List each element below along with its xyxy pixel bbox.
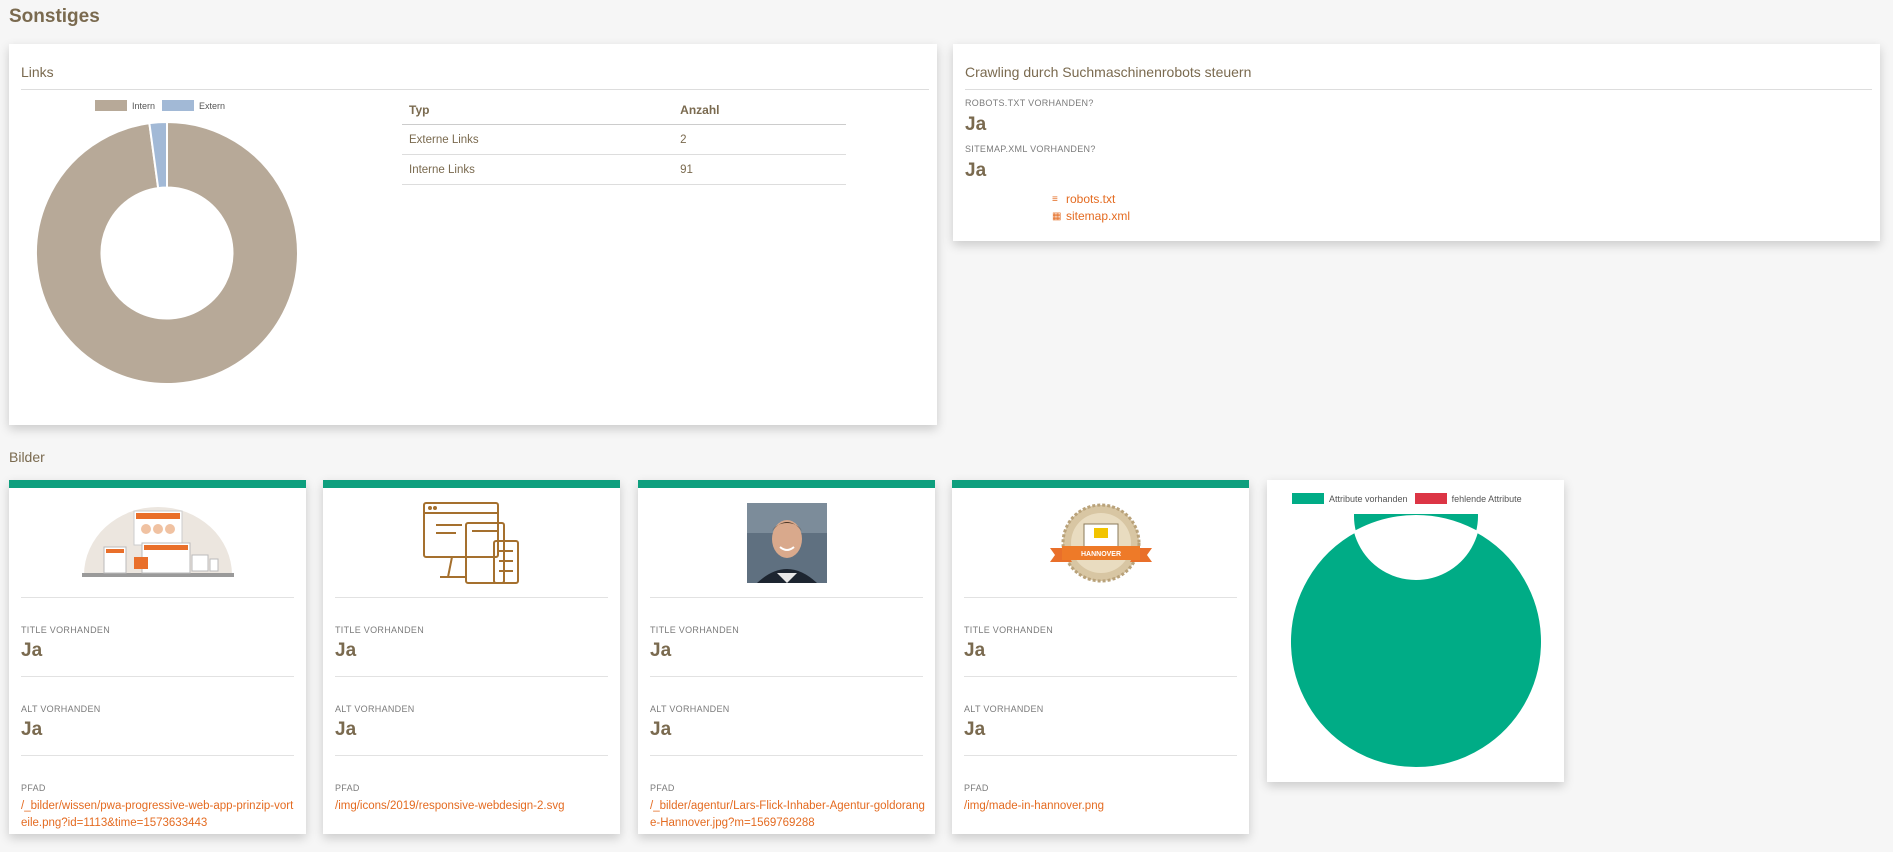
robots-txt-link-text: robots.txt bbox=[1066, 192, 1116, 206]
divider bbox=[964, 676, 1237, 677]
links-table: Typ Anzahl Externe Links 2 Interne Links… bbox=[402, 96, 846, 185]
divider bbox=[650, 597, 923, 598]
legend-label-fehlende-attribute: fehlende Attribute bbox=[1451, 493, 1522, 504]
legend-label-attribute-vorhanden: Attribute vorhanden bbox=[1329, 493, 1408, 504]
sitemap-label: SITEMAP.XML VORHANDEN? bbox=[965, 144, 1096, 154]
attribute-chart-legend: Attribute vorhanden fehlende Attribute bbox=[1292, 493, 1529, 504]
cell-anzahl: 91 bbox=[673, 154, 846, 185]
links-donut-chart bbox=[35, 120, 299, 385]
legend-label-intern: Intern bbox=[132, 100, 156, 111]
image-thumbnail-pwa[interactable] bbox=[9, 498, 306, 588]
pfad-link[interactable]: /img/icons/2019/responsive-webdesign-2.s… bbox=[335, 798, 610, 815]
links-card: Links Intern Extern Typ Anzahl Externe L… bbox=[9, 44, 937, 425]
image-card: TITLE VORHANDEN Ja ALT VORHANDEN Ja PFAD… bbox=[638, 480, 935, 834]
links-card-title: Links bbox=[21, 44, 929, 90]
image-thumbnail-responsive[interactable] bbox=[323, 498, 620, 588]
divider bbox=[964, 755, 1237, 756]
divider bbox=[21, 676, 294, 677]
divider bbox=[650, 676, 923, 677]
pfad-link[interactable]: /img/made-in-hannover.png bbox=[964, 798, 1239, 815]
attribute-donut-chart bbox=[1289, 514, 1543, 769]
alt-label: ALT VORHANDEN bbox=[21, 704, 101, 714]
pfad-label: PFAD bbox=[964, 783, 989, 793]
divider bbox=[335, 597, 608, 598]
legend-swatch-intern bbox=[95, 100, 127, 111]
column-header-anzahl: Anzahl bbox=[673, 96, 846, 125]
alt-value: Ja bbox=[964, 719, 986, 740]
legend-swatch-fehlende-attribute bbox=[1414, 493, 1447, 504]
sitemap-file-icon: ▦ bbox=[1052, 210, 1062, 222]
divider bbox=[964, 597, 1237, 598]
title-value: Ja bbox=[650, 640, 672, 661]
pfad-label: PFAD bbox=[650, 783, 675, 793]
links-chart-legend: Intern Extern bbox=[95, 100, 232, 111]
sitemap-xml-link[interactable]: ▦ sitemap.xml bbox=[1052, 209, 1130, 223]
portrait-photo-icon bbox=[746, 503, 827, 583]
image-thumbnail-portrait[interactable] bbox=[638, 498, 935, 588]
alt-label: ALT VORHANDEN bbox=[964, 704, 1044, 714]
title-value: Ja bbox=[964, 640, 986, 661]
robots-label: ROBOTS.TXT VORHANDEN? bbox=[965, 98, 1094, 108]
legend-swatch-attribute-vorhanden bbox=[1292, 493, 1324, 504]
section-title-bilder: Bilder bbox=[9, 449, 45, 465]
alt-value: Ja bbox=[21, 719, 43, 740]
divider bbox=[21, 755, 294, 756]
cell-typ: Interne Links bbox=[402, 154, 674, 185]
alt-value: Ja bbox=[650, 719, 672, 740]
pfad-link[interactable]: /_bilder/wissen/pwa-progressive-web-app-… bbox=[21, 798, 296, 832]
divider bbox=[335, 755, 608, 756]
legend-item-fehlende-attribute[interactable]: fehlende Attribute bbox=[1414, 493, 1522, 504]
divider bbox=[650, 755, 923, 756]
image-card: HANNOVER TITLE VORHANDEN Ja ALT VORHANDE… bbox=[952, 480, 1249, 834]
title-label: TITLE VORHANDEN bbox=[335, 625, 425, 635]
image-thumbnail-made-in-hannover[interactable]: HANNOVER bbox=[952, 498, 1249, 588]
responsive-design-icon bbox=[422, 502, 519, 584]
code-file-icon: ≡ bbox=[1052, 193, 1058, 205]
made-in-hannover-seal-icon: HANNOVER bbox=[1049, 503, 1152, 583]
divider bbox=[21, 597, 294, 598]
pfad-label: PFAD bbox=[21, 783, 46, 793]
title-label: TITLE VORHANDEN bbox=[650, 625, 740, 635]
title-label: TITLE VORHANDEN bbox=[964, 625, 1054, 635]
title-label: TITLE VORHANDEN bbox=[21, 625, 111, 635]
alt-label: ALT VORHANDEN bbox=[335, 704, 415, 714]
sitemap-xml-link-text: sitemap.xml bbox=[1066, 209, 1131, 223]
pfad-link[interactable]: /_bilder/agentur/Lars-Flick-Inhaber-Agen… bbox=[650, 798, 925, 832]
alt-label: ALT VORHANDEN bbox=[650, 704, 730, 714]
legend-item-extern[interactable]: Extern bbox=[162, 100, 225, 111]
legend-item-intern[interactable]: Intern bbox=[95, 100, 155, 111]
alt-value: Ja bbox=[335, 719, 357, 740]
pwa-illustration-icon bbox=[81, 507, 234, 577]
image-card: TITLE VORHANDEN Ja ALT VORHANDEN Ja PFAD… bbox=[9, 480, 306, 834]
table-row: Externe Links 2 bbox=[402, 124, 846, 155]
image-card: TITLE VORHANDEN Ja ALT VORHANDEN Ja PFAD… bbox=[323, 480, 620, 834]
donut-slice-attribute-vorhanden[interactable] bbox=[1289, 514, 1543, 769]
cell-anzahl: 2 bbox=[673, 124, 846, 155]
attribute-chart-card: Attribute vorhanden fehlende Attribute bbox=[1267, 480, 1564, 782]
seal-text: HANNOVER bbox=[1080, 551, 1120, 558]
legend-item-attribute-vorhanden[interactable]: Attribute vorhanden bbox=[1292, 493, 1408, 504]
column-header-typ: Typ bbox=[402, 96, 674, 125]
legend-swatch-extern bbox=[162, 100, 195, 111]
crawling-card-title: Crawling durch Suchmaschinenrobots steue… bbox=[965, 44, 1872, 90]
table-row: Interne Links 91 bbox=[402, 154, 846, 185]
section-title-sonstiges: Sonstiges bbox=[9, 6, 100, 27]
table-header-row: Typ Anzahl bbox=[402, 96, 846, 125]
cell-typ: Externe Links bbox=[402, 124, 674, 155]
divider bbox=[335, 676, 608, 677]
pfad-label: PFAD bbox=[335, 783, 360, 793]
title-value: Ja bbox=[21, 640, 43, 661]
robots-value: Ja bbox=[965, 114, 987, 135]
crawling-card: Crawling durch Suchmaschinenrobots steue… bbox=[953, 44, 1880, 241]
title-value: Ja bbox=[335, 640, 357, 661]
sitemap-value: Ja bbox=[965, 160, 987, 181]
legend-label-extern: Extern bbox=[199, 100, 226, 111]
robots-txt-link[interactable]: ≡ robots.txt bbox=[1052, 192, 1115, 206]
